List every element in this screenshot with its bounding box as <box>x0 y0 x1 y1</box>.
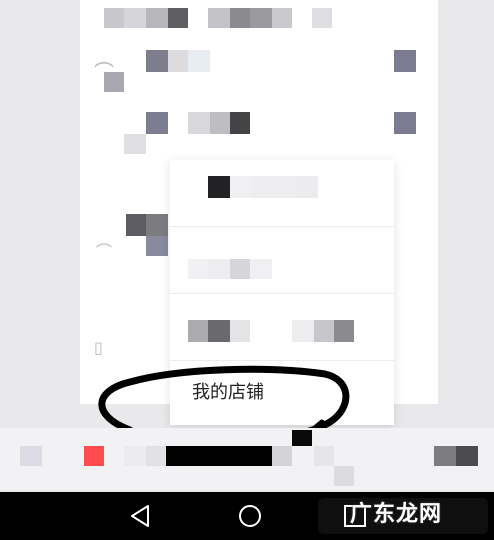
mosaic-block <box>208 320 230 342</box>
mosaic-block <box>272 8 292 28</box>
mosaic-block <box>146 8 168 28</box>
app-screen: ⌒ ⌒ ▯ 我的店铺 广东龙网 <box>0 0 494 540</box>
bottom-toolbar <box>0 428 494 490</box>
mosaic-block <box>230 8 250 28</box>
mosaic-block <box>104 8 124 28</box>
faint-glyph: ⌒ <box>96 242 113 261</box>
mosaic-block <box>124 134 146 154</box>
mosaic-block <box>252 176 274 198</box>
mosaic-block <box>292 320 314 342</box>
mosaic-block <box>312 8 332 28</box>
mosaic-block <box>146 446 166 466</box>
mosaic-block <box>274 176 296 198</box>
mosaic-block <box>394 112 416 134</box>
mosaic-block <box>314 446 334 466</box>
mosaic-block <box>146 236 168 256</box>
redacted-bar <box>166 446 272 466</box>
mosaic-block <box>208 8 230 28</box>
mosaic-block <box>334 466 354 486</box>
mosaic-block <box>434 446 456 466</box>
mosaic-block <box>124 446 146 466</box>
faint-glyph: ⌒ <box>94 60 114 84</box>
mosaic-block <box>188 320 208 342</box>
mosaic-block <box>250 259 272 279</box>
mosaic-block <box>314 320 334 342</box>
mosaic-block <box>296 176 318 198</box>
menu-item[interactable] <box>170 227 394 293</box>
mosaic-block <box>168 50 188 72</box>
mosaic-block <box>230 320 250 342</box>
mosaic-block <box>272 446 292 466</box>
mosaic-block <box>188 259 208 279</box>
mosaic-block <box>456 446 478 466</box>
mosaic-block <box>394 50 416 72</box>
mosaic-block <box>20 446 42 466</box>
watermark-text: 广东龙网 <box>350 501 443 527</box>
notification-badge <box>84 446 104 466</box>
menu-item[interactable] <box>170 160 394 226</box>
menu-item[interactable] <box>170 294 394 360</box>
back-icon[interactable] <box>126 502 156 530</box>
mosaic-block <box>146 112 168 134</box>
mosaic-block <box>230 176 252 198</box>
mosaic-block <box>124 8 146 28</box>
home-icon[interactable] <box>235 502 265 530</box>
mosaic-block <box>146 214 168 236</box>
mosaic-block <box>188 50 210 72</box>
mosaic-block <box>126 214 146 236</box>
menu-item-icon <box>208 176 230 198</box>
mosaic-block <box>250 8 272 28</box>
mosaic-block <box>210 112 230 134</box>
faint-glyph: ▯ <box>94 338 103 357</box>
mosaic-block <box>146 50 168 72</box>
mosaic-block <box>334 320 354 342</box>
mosaic-block <box>230 112 250 134</box>
mosaic-block <box>208 259 230 279</box>
mosaic-block <box>230 259 250 279</box>
mosaic-block <box>168 8 188 28</box>
mosaic-block <box>292 430 312 446</box>
mosaic-block <box>188 112 210 134</box>
